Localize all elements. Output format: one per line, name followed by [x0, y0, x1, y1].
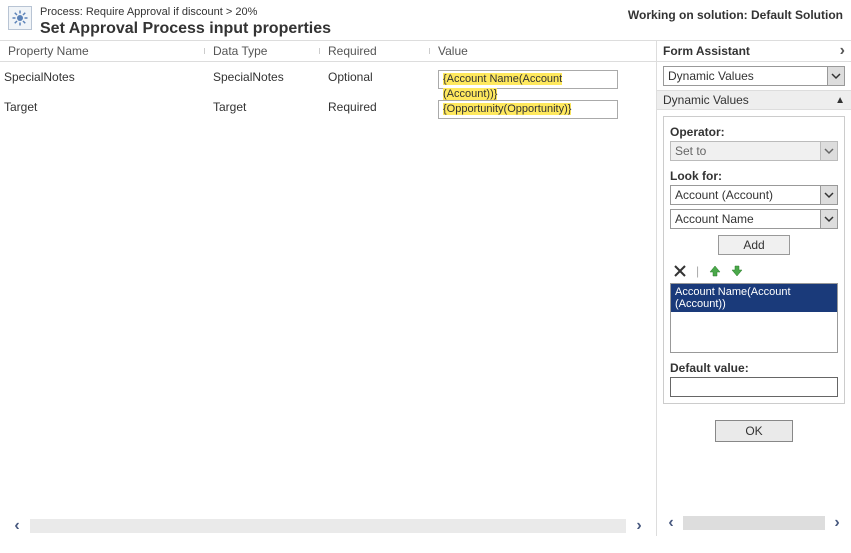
- add-button[interactable]: Add: [718, 235, 790, 255]
- page-title: Set Approval Process input properties: [40, 20, 628, 38]
- scroll-right-icon[interactable]: ›: [829, 514, 845, 532]
- default-value-input[interactable]: [670, 377, 838, 397]
- form-assistant-pane: Form Assistant › Dynamic Values Dynamic …: [656, 40, 851, 536]
- cell-property-name: Target: [0, 100, 205, 114]
- chevron-down-icon[interactable]: [820, 142, 837, 160]
- scroll-left-icon[interactable]: ‹: [663, 514, 679, 532]
- table-row[interactable]: SpecialNotes SpecialNotes Optional {Acco…: [0, 62, 656, 92]
- cell-required: Optional: [320, 70, 430, 84]
- solution-label: Working on solution: Default Solution: [628, 6, 843, 22]
- value-input-specialnotes[interactable]: {Account Name(Account (Account))}: [438, 70, 618, 89]
- scroll-left-icon[interactable]: ‹: [8, 517, 26, 535]
- cell-data-type: Target: [205, 100, 320, 114]
- th-value[interactable]: Value: [430, 44, 656, 58]
- dynamic-values-header[interactable]: Dynamic Values ▲: [657, 90, 851, 110]
- scroll-track[interactable]: [683, 516, 825, 530]
- collapse-up-icon[interactable]: ▲: [835, 95, 845, 106]
- dynamic-values-panel: Operator: Set to Look for: Account (Acco…: [663, 116, 845, 404]
- cell-data-type: SpecialNotes: [205, 70, 320, 84]
- operator-label: Operator:: [670, 125, 838, 139]
- header: Process: Require Approval if discount > …: [0, 0, 851, 40]
- operator-select[interactable]: Set to: [670, 141, 838, 161]
- lookfor-attribute-select[interactable]: Account Name: [670, 209, 838, 229]
- table-header: Property Name Data Type Required Value: [0, 40, 656, 62]
- properties-pane: Property Name Data Type Required Value S…: [0, 40, 656, 536]
- cell-property-name: SpecialNotes: [0, 70, 205, 84]
- scroll-right-icon[interactable]: ›: [630, 517, 648, 535]
- left-horizontal-scrollbar[interactable]: ‹ ›: [0, 516, 656, 536]
- lookfor-label: Look for:: [670, 169, 838, 183]
- right-horizontal-scrollbar[interactable]: ‹ ›: [657, 510, 851, 536]
- process-gear-icon: [8, 6, 32, 30]
- list-item[interactable]: Account Name(Account (Account)): [671, 284, 837, 312]
- chevron-down-icon[interactable]: [820, 186, 837, 204]
- lookfor-entity-select[interactable]: Account (Account): [670, 185, 838, 205]
- form-assistant-header: Form Assistant ›: [657, 40, 851, 62]
- move-down-icon[interactable]: [729, 263, 745, 279]
- chevron-down-icon[interactable]: [820, 210, 837, 228]
- move-up-icon[interactable]: [707, 263, 723, 279]
- th-required[interactable]: Required: [320, 44, 430, 58]
- collapse-icon[interactable]: ›: [840, 42, 845, 60]
- selected-values-listbox[interactable]: Account Name(Account (Account)): [670, 283, 838, 353]
- cell-required: Required: [320, 100, 430, 114]
- scroll-track[interactable]: [30, 519, 626, 533]
- th-property-name[interactable]: Property Name: [0, 44, 205, 58]
- ok-button[interactable]: OK: [715, 420, 793, 442]
- process-subtitle: Process: Require Approval if discount > …: [40, 6, 628, 18]
- chevron-down-icon[interactable]: [827, 67, 844, 85]
- th-data-type[interactable]: Data Type: [205, 44, 320, 58]
- default-value-label: Default value:: [670, 361, 838, 375]
- form-assistant-title: Form Assistant: [663, 44, 750, 58]
- value-input-target[interactable]: {Opportunity(Opportunity)}: [438, 100, 618, 119]
- delete-icon[interactable]: [672, 263, 688, 279]
- assistant-type-select[interactable]: Dynamic Values: [663, 66, 845, 86]
- list-toolbar: |: [670, 259, 838, 283]
